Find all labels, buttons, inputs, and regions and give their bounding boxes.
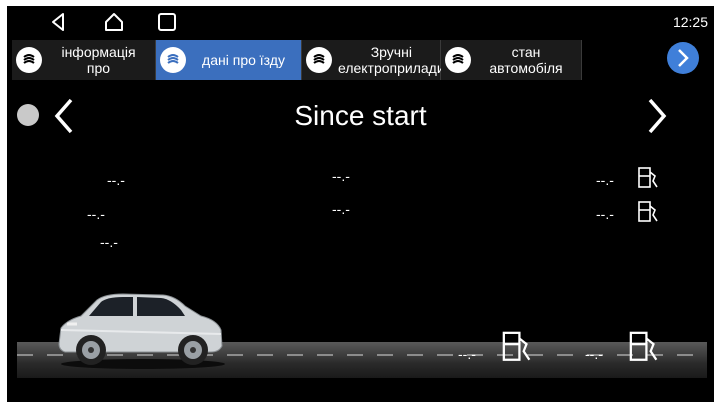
- tab-info-label: інформація про: [61, 44, 136, 76]
- next-period-button[interactable]: [642, 96, 672, 136]
- recent-apps-icon[interactable]: [156, 11, 178, 33]
- trip-value: --.-: [107, 172, 125, 188]
- trip-value: --.-: [585, 346, 603, 362]
- fuel-pump-icon: [627, 330, 663, 369]
- tab-vehicle-status-label: стан автомобіля: [489, 44, 563, 76]
- trip-value: --.-: [458, 346, 476, 362]
- fuel-pump-icon: [637, 200, 661, 229]
- menu-circle-icon: [16, 47, 42, 73]
- status-bar: 12:25: [7, 6, 714, 36]
- trip-value: --.-: [332, 168, 350, 184]
- tab-driving-data-label: дані про їзду: [202, 52, 285, 68]
- car-image: [53, 290, 225, 375]
- screen: 12:25 інформація про дані про їзду Зручн…: [7, 6, 714, 402]
- trip-value: --.-: [596, 172, 614, 188]
- trip-value: --.-: [596, 206, 614, 222]
- tab-bar: інформація про дані про їзду Зручні елек…: [12, 40, 582, 80]
- page-title: Since start: [294, 100, 427, 131]
- chevron-right-icon: [678, 49, 689, 67]
- trip-value: --.-: [87, 206, 105, 222]
- clock: 12:25: [672, 14, 708, 30]
- menu-circle-icon: [160, 47, 186, 73]
- tab-info[interactable]: інформація про: [12, 40, 156, 80]
- trip-value: --.-: [332, 201, 350, 217]
- trip-value: --.-: [100, 234, 118, 250]
- tab-comfort-electrics-label: Зручні електроприлади: [338, 44, 445, 76]
- menu-circle-icon: [445, 47, 471, 73]
- tab-driving-data[interactable]: дані про їзду: [156, 40, 302, 80]
- chevron-right-icon: [648, 98, 667, 134]
- fuel-pump-icon: [500, 330, 536, 369]
- menu-circle-icon: [306, 47, 332, 73]
- back-icon[interactable]: [48, 11, 70, 33]
- next-tabs-button[interactable]: [667, 42, 699, 74]
- fuel-pump-icon: [637, 166, 661, 195]
- home-icon[interactable]: [103, 11, 125, 33]
- tab-vehicle-status[interactable]: стан автомобіля: [441, 40, 582, 80]
- tab-comfort-electrics[interactable]: Зручні електроприлади: [302, 40, 445, 80]
